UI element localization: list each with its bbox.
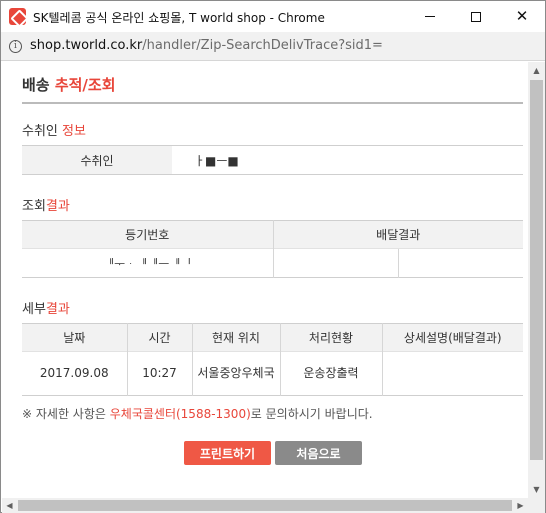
recipient-table: 수취인 ㅏ■ㅡ■ (22, 145, 523, 175)
close-button[interactable]: ✕ (499, 1, 545, 32)
result-section-title: 조회결과 (22, 195, 70, 214)
page-content: 배송 추적/조회 수취인 정보 수취인 ㅏ■ㅡ■ 조회결과 등기번호 배달결과 … (2, 62, 528, 498)
recipient-title-accent: 정보 (62, 124, 86, 139)
header-delivery-result: 배달결과 (272, 220, 523, 249)
maximize-button[interactable] (453, 1, 499, 32)
detail-date: 2017.09.08 (22, 351, 127, 396)
detail-title-text: 세부 (22, 302, 46, 317)
page-title-text: 배송 (22, 76, 55, 94)
notice-text: ※ 자세한 사항은 우체국콜센터(1588-1300)로 문의하시기 바랍니다. (22, 405, 373, 422)
close-icon: ✕ (515, 7, 529, 25)
detail-table: 날짜 시간 현재 위치 처리현황 상세설명(배달결과) 2017.09.08 1… (22, 323, 523, 396)
info-icon[interactable]: i (9, 40, 22, 53)
window-title: SK텔레콤 공식 온라인 쇼핑몰, T world shop - Chrome (33, 11, 325, 25)
table-row: 수취인 ㅏ■ㅡ■ (22, 145, 523, 175)
header-time: 시간 (126, 323, 192, 352)
table-header-row: 등기번호 배달결과 (22, 220, 523, 249)
recipient-title-text: 수취인 (22, 124, 63, 139)
header-description: 상세설명(배달결과) (381, 323, 523, 352)
minimize-button[interactable] (407, 1, 453, 32)
page-title: 배송 추적/조회 (22, 74, 116, 95)
detail-description (381, 351, 523, 396)
header-location: 현재 위치 (191, 323, 280, 352)
address-bar[interactable]: i shop.tworld.co.kr/handler/Zip-SearchDe… (1, 32, 545, 61)
detail-location: 서울중앙우체국 (191, 351, 280, 396)
tworld-app-icon (9, 8, 26, 25)
result-title-text: 조회 (22, 199, 46, 214)
horizontal-scrollbar[interactable]: ◀ ▶ (2, 498, 528, 513)
detail-section-title: 세부결과 (22, 298, 70, 317)
header-date: 날짜 (22, 323, 127, 352)
vertical-scrollbar[interactable]: ▲ ▼ (528, 62, 545, 498)
notice-prefix: ※ 자세한 사항은 (22, 407, 110, 421)
result-title-accent: 결과 (45, 199, 70, 214)
title-divider (22, 102, 523, 104)
table-header-row: 날짜 시간 현재 위치 처리현황 상세설명(배달결과) (22, 323, 523, 352)
notice-suffix: 로 문의하시기 바랍니다. (250, 407, 373, 421)
maximize-icon (471, 11, 481, 22)
scroll-right-arrow-icon[interactable]: ▶ (513, 498, 528, 513)
recipient-section-title: 수취인 정보 (22, 120, 86, 139)
url-host: shop.tworld.co.kr (30, 38, 143, 53)
hscrollbar-thumb[interactable] (18, 500, 512, 511)
scrollbar-thumb[interactable] (530, 80, 543, 460)
print-button[interactable]: 프린트하기 (184, 441, 271, 465)
scrollbar-corner (528, 498, 545, 513)
recipient-label: 수취인 (22, 145, 172, 175)
scroll-up-arrow-icon[interactable]: ▲ (528, 62, 545, 79)
minimize-icon (425, 16, 435, 17)
detail-title-accent: 결과 (45, 302, 70, 317)
detail-time: 10:27 (126, 351, 192, 396)
table-row: 2017.09.08 10:27 서울중앙우체국 운송장출력 (22, 351, 523, 396)
url-path: /handler/Zip-SearchDelivTrace?sid1= (142, 38, 383, 53)
title-bar: SK텔레콤 공식 온라인 쇼핑몰, T world shop - Chrome … (1, 1, 545, 32)
recipient-value: ㅏ■ㅡ■ (194, 153, 239, 168)
url-text[interactable]: shop.tworld.co.kr/handler/Zip-SearchDeli… (30, 38, 383, 53)
detail-status: 운송장출력 (279, 351, 382, 396)
page-title-accent: 추적/조회 (54, 76, 116, 94)
tracking-number-cell: ᅵᅵᅮᆞᅵᅵᅵᅵᅳᅵᅵᅵ (22, 248, 273, 278)
delivery-result-cell (397, 248, 523, 278)
header-status: 처리현황 (279, 323, 382, 352)
result-table: 등기번호 배달결과 ᅵᅵᅮᆞᅵᅵᅵᅵᅳᅵᅵᅵ (22, 220, 523, 278)
table-row: ᅵᅵᅮᆞᅵᅵᅵᅵᅳᅵᅵᅵ (22, 248, 523, 278)
scroll-down-arrow-icon[interactable]: ▼ (528, 481, 545, 498)
home-button[interactable]: 처음으로 (275, 441, 362, 465)
browser-window: SK텔레콤 공식 온라인 쇼핑몰, T world shop - Chrome … (0, 0, 546, 513)
delivery-result-cell (272, 248, 398, 278)
scroll-left-arrow-icon[interactable]: ◀ (2, 498, 17, 513)
call-center-link[interactable]: 우체국콜센터(1588-1300) (110, 407, 251, 421)
header-tracking-number: 등기번호 (22, 220, 273, 249)
